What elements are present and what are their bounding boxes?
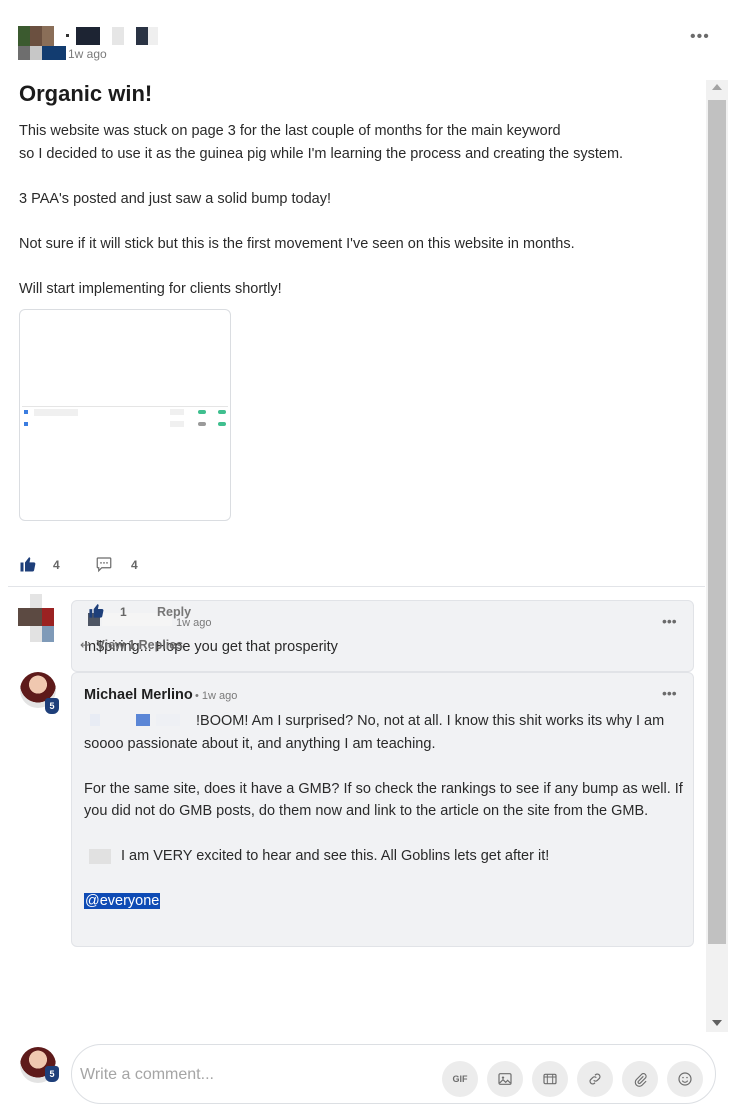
emoji-icon[interactable]: [667, 1061, 703, 1097]
post-paragraph: This website was stuck on page 3 for the…: [19, 123, 624, 162]
gif-icon[interactable]: GIF: [442, 1061, 478, 1097]
post-paragraph: 3 PAA's posted and just saw a solid bump…: [19, 190, 332, 207]
comment-composer: GIF: [71, 1044, 716, 1104]
level-badge: 5: [45, 1066, 59, 1082]
comment-more-options-icon[interactable]: •••: [662, 685, 677, 701]
comment-actions: 1 Reply: [88, 602, 288, 622]
scroll-up-arrow-icon[interactable]: [712, 84, 722, 90]
image-table-header: [22, 399, 228, 407]
comment-card: Michael Merlino • 1w ago ••• !BOOM! Am I…: [71, 672, 694, 947]
comment-icon[interactable]: [95, 555, 113, 573]
comment-text: I am VERY excited to hear and see this. …: [121, 848, 550, 864]
image-table-row: [22, 409, 228, 417]
scroll-down-arrow-icon[interactable]: [712, 1020, 722, 1026]
scrollbar-thumb[interactable]: [708, 100, 726, 944]
mention-everyone[interactable]: @everyone: [84, 893, 161, 909]
author-name-redacted[interactable]: [66, 27, 176, 47]
comment-body: !BOOM! Am I surprised? No, not at all. I…: [84, 710, 684, 935]
comment-paragraph: @everyone: [84, 890, 684, 913]
comment-like-count: 1: [120, 605, 127, 619]
link-icon[interactable]: [577, 1061, 613, 1097]
post-paragraph: Not sure if it will stick but this is th…: [19, 235, 575, 252]
comment-more-options-icon[interactable]: •••: [662, 613, 677, 629]
current-user-avatar: 5: [20, 1047, 60, 1087]
commenter-avatar[interactable]: [18, 594, 54, 646]
post-body: This website was stuck on page 3 for the…: [19, 120, 679, 323]
post-more-options-icon[interactable]: •••: [690, 28, 710, 46]
post-timestamp: 1w ago: [68, 47, 107, 61]
divider: [8, 586, 705, 587]
thumbs-up-icon[interactable]: [88, 602, 105, 619]
comment-author-name[interactable]: Michael Merlino: [84, 687, 193, 703]
comment-timestamp: • 1w ago: [195, 690, 238, 702]
attached-image-thumbnail[interactable]: [19, 309, 231, 521]
reply-arrow-icon: ↩: [80, 638, 91, 652]
post-paragraph: Will start implementing for clients shor…: [19, 280, 282, 297]
level-badge: 5: [45, 698, 59, 714]
comment-paragraph: I am VERY excited to hear and see this. …: [84, 845, 684, 868]
comment-paragraph: !BOOM! Am I surprised? No, not at all. I…: [84, 710, 684, 755]
comment-input[interactable]: [80, 1062, 380, 1088]
post-title: Organic win!: [19, 81, 153, 106]
reply-button[interactable]: Reply: [157, 605, 191, 619]
michael-merlino-avatar[interactable]: 5: [20, 672, 60, 714]
author-avatar[interactable]: [18, 26, 66, 62]
post-header: 1w ago •••: [18, 26, 709, 66]
image-icon[interactable]: [487, 1061, 523, 1097]
attachment-icon[interactable]: [622, 1061, 658, 1097]
thumbs-up-icon[interactable]: [19, 555, 37, 573]
attached-image-table: [22, 399, 228, 431]
post-comment-count: 4: [131, 558, 138, 572]
scrollbar[interactable]: [706, 80, 728, 1032]
view-replies-label: View 1 Replies: [96, 638, 184, 652]
video-icon[interactable]: [532, 1061, 568, 1097]
gif-label: GIF: [452, 1074, 468, 1084]
comment-paragraph: For the same site, does it have a GMB? I…: [84, 780, 683, 820]
image-table-row: [22, 421, 228, 429]
view-replies-button[interactable]: ↩ View 1 Replies: [80, 637, 183, 652]
post-like-count: 4: [53, 558, 60, 572]
post-actions: 4 4: [19, 555, 699, 575]
